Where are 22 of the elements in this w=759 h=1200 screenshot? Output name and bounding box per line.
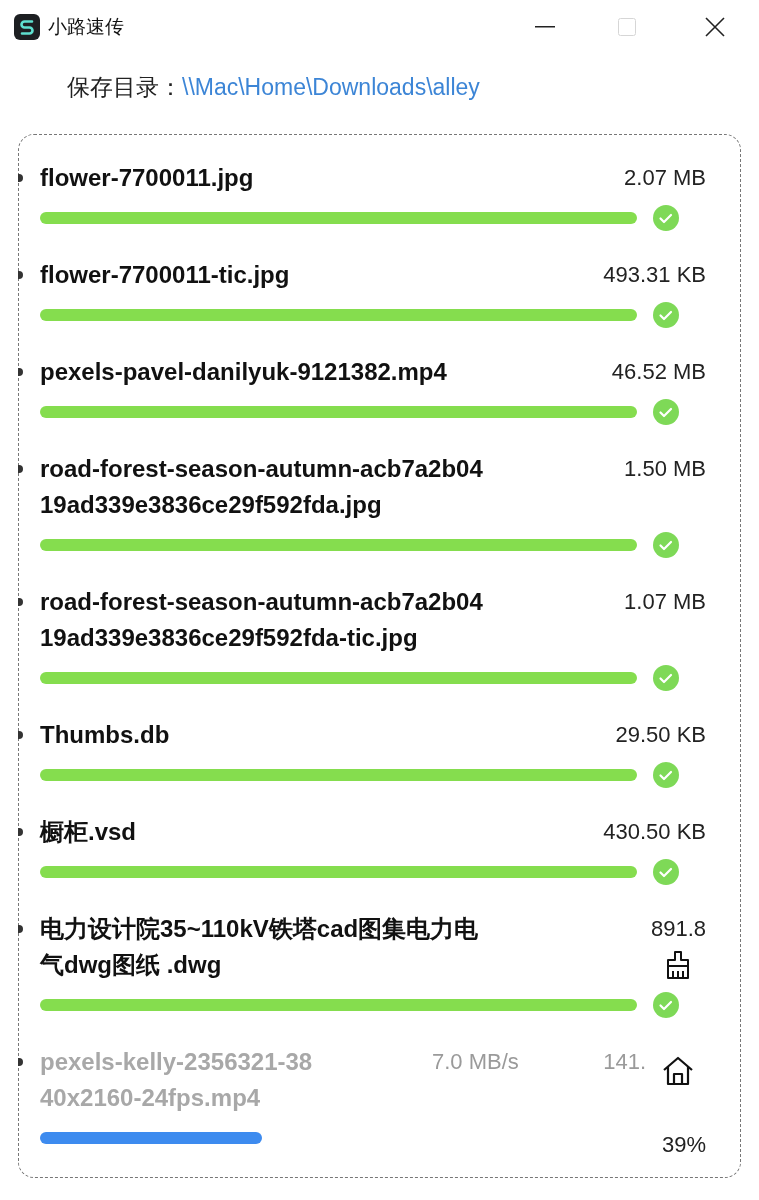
progress-percent: 39% xyxy=(661,1130,706,1159)
file-name: flower-7700011-tic.jpg xyxy=(40,260,291,290)
file-name: pexels-pavel-danilyuk-9121382.mp4 xyxy=(40,357,448,387)
file-size: 29.50 KB xyxy=(615,721,706,749)
save-dir-label: 保存目录： xyxy=(67,72,182,102)
file-size: 46.52 MB xyxy=(611,358,706,386)
file-name: 橱柜.vsd xyxy=(40,817,138,847)
file-size: 1.07 MB xyxy=(624,588,706,616)
file-size: 141. xyxy=(603,1048,646,1076)
file-size: 430.50 KB xyxy=(603,818,706,846)
file-name: road-forest-season-autumn-acb7a2b0419ad339e3836ce29f592fda.jpg xyxy=(40,454,484,520)
file-name: flower-7700011.jpg xyxy=(40,163,255,193)
file-name: Thumbs.db xyxy=(40,720,171,750)
transfer-speed: 7.0 MB/s xyxy=(432,1048,519,1076)
window-title: 小路速传 xyxy=(48,14,124,39)
file-name: 电力设计院35~110kV铁塔cad图集电力电气dwg图纸 .dwg xyxy=(40,914,480,980)
file-name: road-forest-season-autumn-acb7a2b0419ad339e3836ce29f592fda-tic.jpg xyxy=(40,587,484,653)
file-name: pexels-kelly-2356321-3840x2160-24fps.mp4 xyxy=(40,1047,314,1113)
file-size: 891.8 xyxy=(650,915,706,943)
file-size: 2.07 MB xyxy=(624,164,706,192)
file-size: 493.31 KB xyxy=(603,261,706,289)
file-size: 1.50 MB xyxy=(624,455,706,483)
